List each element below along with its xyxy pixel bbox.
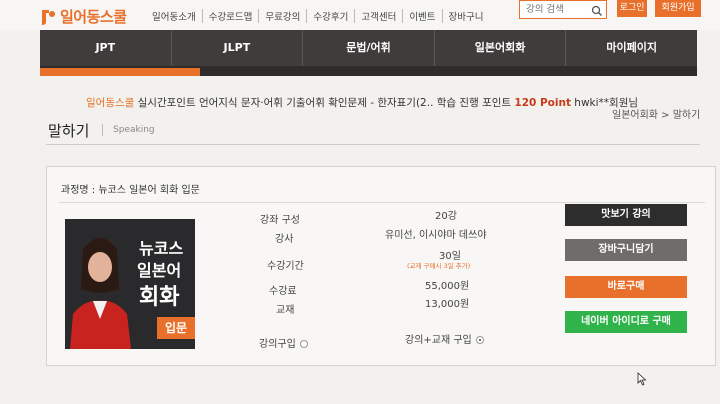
buy-now-button[interactable]: 바로구매 [565, 276, 687, 298]
label-instructor: 강사 [275, 234, 294, 245]
title-divider [102, 124, 103, 136]
title-underline [46, 144, 700, 145]
radio-lecture[interactable] [299, 340, 308, 348]
search-input[interactable] [520, 4, 590, 15]
top-nav: 일어동소개 수강로드맵 무료강의 수강후기 고객센터 이벤트 장바구니 [150, 9, 490, 23]
value-textbook: 13,000원 [425, 299, 470, 310]
ticker-points: 120 Point [514, 97, 571, 109]
card-divider [59, 202, 705, 203]
course-name: 과정명 : 뉴코스 일본어 회화 입문 [61, 185, 200, 196]
option-lecture[interactable]: 강의구입 [259, 335, 308, 350]
page-title: 말하기 [48, 122, 90, 140]
value-instructor: 유미선, 이시야마 데쓰야 [385, 230, 487, 241]
search-icon[interactable] [590, 3, 604, 17]
add-to-cart-button[interactable]: 장바구니담기 [565, 239, 687, 261]
top-bar: 일어동스쿨 일어동소개 수강로드맵 무료강의 수강후기 고객센터 이벤트 장바구… [0, 0, 720, 30]
nav-free-lectures[interactable]: 무료강의 [258, 9, 306, 23]
active-indicator [40, 68, 200, 76]
label-textbook: 교재 [276, 305, 295, 316]
option-lecture-label: 강의구입 [259, 339, 296, 350]
tab-grammar[interactable]: 문법/어휘 [302, 30, 434, 66]
label-period: 수강기간 [267, 261, 304, 272]
value-price: 55,000원 [425, 281, 470, 292]
tab-jlpt[interactable]: JLPT [170, 30, 303, 66]
mouse-cursor-icon [637, 372, 647, 386]
nav-events[interactable]: 이벤트 [402, 9, 441, 23]
page-subtitle: Speaking [113, 125, 155, 135]
point-ticker: 일어동스쿨 실시간포인트 언어지식 문자·어휘 기출어휘 확인문제 - 한자표기… [86, 95, 638, 110]
logo-text: 일어동스쿨 [60, 8, 127, 26]
thumb-line-3: 회화 [139, 285, 180, 310]
breadcrumb[interactable]: 일본어회화 > 말하기 [612, 106, 700, 121]
preview-button[interactable]: 맛보기 강의 [565, 204, 687, 226]
label-lecture-count: 강좌 구성 [260, 215, 300, 226]
course-card: 과정명 : 뉴코스 일본어 회화 입문 뉴코스 일본어 회화 입문 강좌 구성 … [46, 166, 716, 366]
tab-conversation[interactable]: 일본어회화 [433, 30, 566, 66]
instructor-photo-icon [65, 219, 135, 349]
value-lecture-count: 20강 [435, 211, 457, 222]
radio-bundle[interactable] [475, 336, 484, 344]
main-nav: JPT JLPT 문법/어휘 일본어회화 마이페이지 [40, 30, 697, 66]
option-bundle[interactable]: 강의+교재 구입 [405, 331, 484, 346]
logo-icon [40, 8, 56, 26]
period-note: (교재 구매시 3일 추가) [407, 262, 471, 270]
course-thumbnail[interactable]: 뉴코스 일본어 회화 입문 [65, 219, 195, 349]
nav-reviews[interactable]: 수강후기 [306, 9, 354, 23]
ticker-brand: 일어동스쿨 [86, 97, 135, 109]
sub-nav-bar [40, 66, 697, 76]
tab-mypage[interactable]: 마이페이지 [565, 30, 697, 66]
level-badge: 입문 [157, 317, 195, 339]
option-bundle-label: 강의+교재 구입 [405, 335, 472, 346]
search-box [519, 0, 607, 19]
ticker-message: 실시간포인트 언어지식 문자·어휘 기출어휘 확인문제 - 한자표기(2.. 학… [134, 97, 515, 109]
thumb-line-1: 뉴코스 [139, 239, 184, 258]
nav-about[interactable]: 일어동소개 [150, 9, 202, 23]
login-button[interactable]: 로그인 [617, 0, 647, 17]
thumb-line-2: 일본어 [137, 261, 182, 280]
naver-buy-button[interactable]: 네이버 아이디로 구매 [565, 311, 687, 333]
label-price: 수강료 [269, 286, 297, 297]
nav-roadmap[interactable]: 수강로드맵 [201, 9, 259, 23]
site-logo[interactable]: 일어동스쿨 [40, 6, 127, 27]
nav-support[interactable]: 고객센터 [354, 9, 402, 23]
join-button[interactable]: 회원가입 [655, 0, 701, 17]
nav-cart[interactable]: 장바구니 [441, 9, 490, 23]
tab-jpt[interactable]: JPT [40, 30, 171, 66]
